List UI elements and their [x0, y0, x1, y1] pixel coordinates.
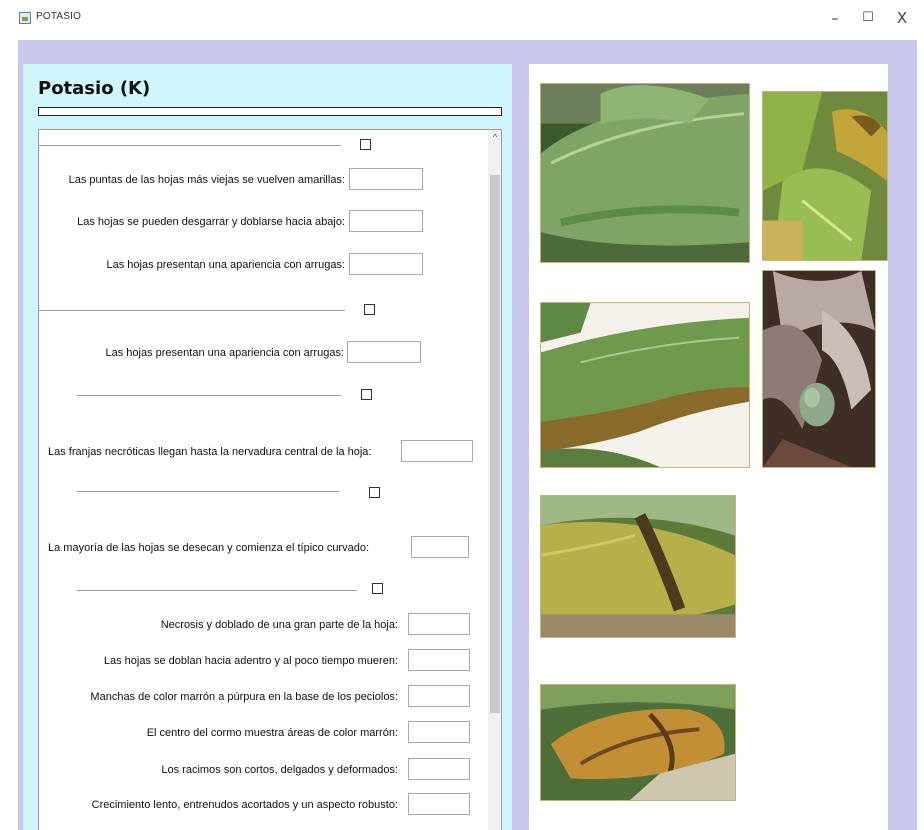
scrollbar-thumb[interactable] — [490, 175, 500, 713]
vertical-scrollbar[interactable]: ^ — [488, 130, 501, 830]
scroll-up-arrow-icon[interactable]: ^ — [488, 130, 501, 144]
group-checkbox[interactable] — [361, 389, 372, 400]
app-icon — [19, 12, 31, 24]
symptom-label: Las hojas se pueden desgarrar y doblarse… — [77, 216, 345, 228]
banana-plant-yellow-tip-photo — [762, 91, 888, 261]
symptom-label: El centro del cormo muestra áreas de col… — [146, 727, 398, 739]
symptom-input[interactable] — [349, 210, 423, 232]
symptom-input[interactable] — [408, 649, 470, 671]
group-checkbox[interactable] — [369, 487, 380, 498]
symptom-input[interactable] — [347, 341, 421, 363]
banana-leaf-dried-photo — [540, 684, 736, 801]
symptom-label: Manchas de color marrón a púrpura en la … — [90, 691, 398, 703]
group-checkbox[interactable] — [360, 139, 371, 150]
group-checkbox[interactable] — [372, 583, 383, 594]
symptom-label: La mayoría de las hojas se desecan y com… — [48, 542, 370, 554]
symptom-label: Necrosis y doblado de una gran parte de … — [160, 619, 398, 631]
group-separator — [39, 310, 345, 311]
symptom-input[interactable] — [408, 613, 470, 635]
symptoms-scroll-pane[interactable]: Las puntas de las hojas más viejas se vu… — [38, 129, 502, 830]
symptom-input[interactable] — [408, 758, 470, 780]
banana-leaf-necrotic-edge-photo — [540, 302, 750, 468]
symptom-input[interactable] — [349, 253, 423, 275]
symptom-label: Las hojas presentan una apariencia con a… — [106, 259, 346, 271]
symptom-label: Las puntas de las hojas más viejas se vu… — [68, 174, 345, 186]
banana-leaf-necrotic-band-photo — [540, 495, 736, 638]
group-separator — [77, 491, 339, 492]
symptom-input[interactable] — [408, 685, 470, 707]
symptom-label: Los racimos son cortos, delgados y defor… — [161, 764, 398, 776]
maximize-button[interactable]: ☐ — [853, 6, 883, 30]
window-title: POTASIO — [36, 11, 82, 22]
symptom-input[interactable] — [349, 168, 423, 190]
close-button[interactable]: X — [887, 6, 917, 30]
panel-heading: Potasio (K) — [38, 78, 151, 99]
progress-bar — [38, 107, 502, 116]
banana-leaf-green-photo — [540, 83, 750, 263]
symptom-label: Crecimiento lento, entrenudos acortados … — [91, 799, 398, 811]
symptom-label: Las franjas necróticas llegan hasta la n… — [48, 446, 372, 458]
symptom-input[interactable] — [411, 536, 469, 558]
symptom-input[interactable] — [408, 721, 470, 743]
symptom-label: Las hojas se doblan hacia adentro y al p… — [103, 655, 398, 667]
group-separator — [77, 395, 341, 396]
banana-plant-drooping-bunch-photo — [762, 270, 876, 468]
symptom-label: Las hojas presentan una apariencia con a… — [105, 347, 345, 359]
group-separator — [77, 590, 357, 591]
symptoms-list: Las puntas de las hojas más viejas se vu… — [39, 130, 488, 830]
group-checkbox[interactable] — [364, 304, 375, 315]
symptom-input[interactable] — [408, 793, 470, 815]
group-separator — [39, 145, 341, 146]
symptom-input[interactable] — [401, 440, 473, 462]
title-bar: POTASIO – ☐ X — [0, 0, 924, 40]
minimize-button[interactable]: – — [820, 6, 850, 30]
